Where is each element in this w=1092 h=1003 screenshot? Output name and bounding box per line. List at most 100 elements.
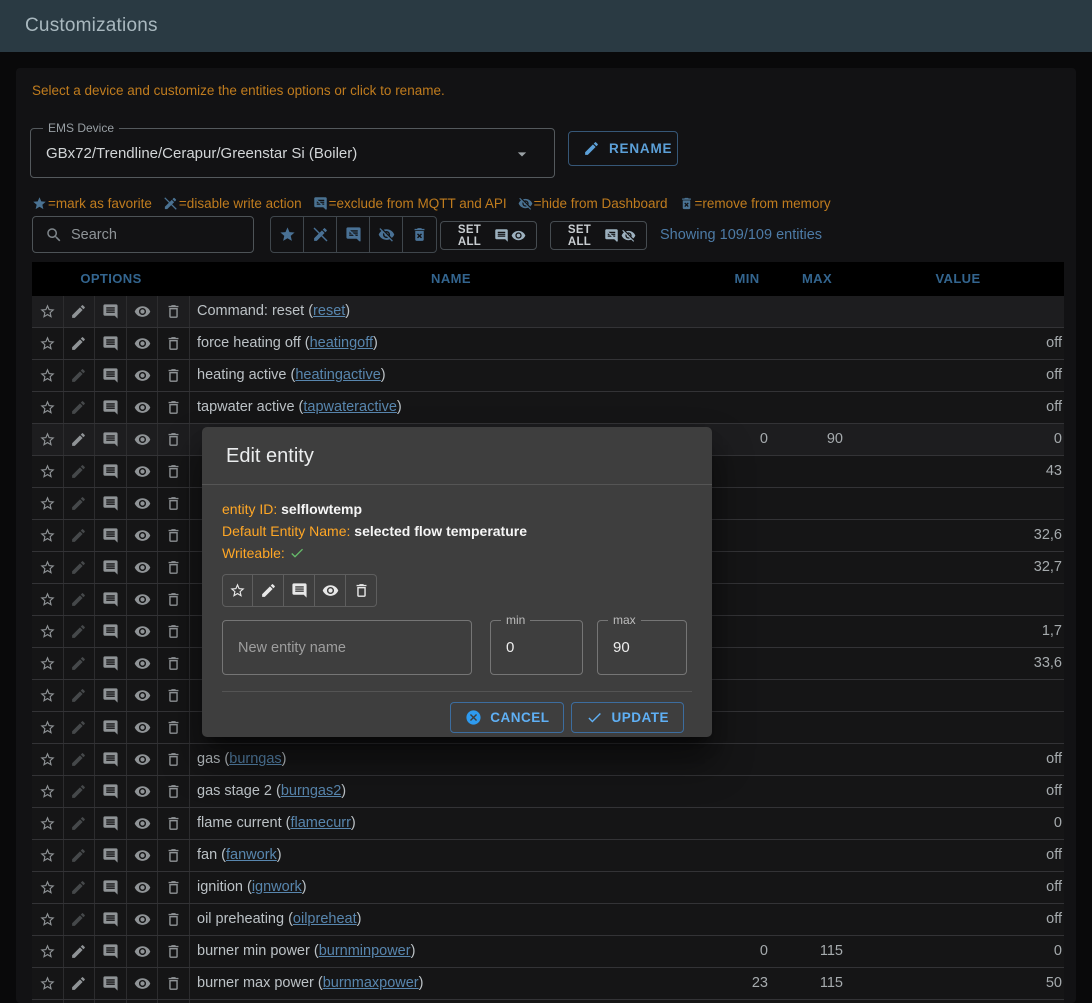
visibility-toggle[interactable] [127,776,159,807]
favorite-toggle[interactable] [32,520,64,551]
mqtt-exclude-toggle[interactable] [95,776,127,807]
delete-toggle[interactable] [158,360,190,391]
max-input[interactable] [598,621,686,674]
entity-link[interactable]: fanwork [226,847,277,863]
visibility-toggle[interactable] [127,520,159,551]
delete-toggle[interactable] [158,488,190,519]
visibility-toggle[interactable] [127,552,159,583]
visibility-toggle[interactable] [127,360,159,391]
mqtt-exclude-toggle[interactable] [95,360,127,391]
mqtt-exclude-toggle[interactable] [95,296,127,327]
delete-toggle[interactable] [158,328,190,359]
favorite-toggle[interactable] [32,328,64,359]
favorite-toggle[interactable] [32,744,64,775]
favorite-toggle[interactable] [32,456,64,487]
delete-toggle[interactable] [158,904,190,935]
visibility-toggle[interactable] [127,968,159,999]
comment-off-filter-button[interactable] [337,217,370,252]
mqtt-exclude-toggle[interactable] [95,936,127,967]
rename-button[interactable]: RENAME [568,131,678,166]
favorite-toggle[interactable] [32,488,64,519]
mqtt-exclude-toggle[interactable] [95,520,127,551]
favorite-toggle[interactable] [32,840,64,871]
device-select[interactable]: EMS Device GBx72/Trendline/Cerapur/Green… [30,128,555,178]
delete-toggle[interactable] [158,872,190,903]
delete-toggle[interactable] [158,936,190,967]
visibility-toggle[interactable] [127,424,159,455]
max-field[interactable]: max [597,620,687,675]
search-input[interactable] [71,227,231,243]
delete-toggle[interactable] [158,840,190,871]
delete-toggle[interactable] [158,680,190,711]
favorite-toggle[interactable] [32,584,64,615]
edit-entity-button[interactable] [64,968,96,999]
mqtt-exclude-toggle[interactable] [95,904,127,935]
favorite-toggle[interactable] [32,360,64,391]
delete-toggle[interactable] [158,968,190,999]
delete-toggle[interactable] [346,574,377,607]
new-entity-name-input[interactable] [223,621,471,674]
visibility-toggle[interactable] [315,574,346,607]
entity-link[interactable]: ignwork [252,879,302,895]
delete-toggle[interactable] [158,712,190,743]
visibility-toggle[interactable] [127,680,159,711]
visibility-toggle[interactable] [127,904,159,935]
entity-link[interactable]: burngas2 [281,783,341,799]
favorite-toggle[interactable] [32,808,64,839]
visibility-toggle[interactable] [127,808,159,839]
entity-link[interactable]: flamecurr [290,815,350,831]
delete-toggle[interactable] [158,616,190,647]
favorite-toggle[interactable] [32,904,64,935]
mqtt-exclude-toggle[interactable] [95,456,127,487]
new-entity-name-field[interactable] [222,620,472,675]
visibility-toggle[interactable] [127,488,159,519]
visibility-toggle[interactable] [127,936,159,967]
visibility-toggle[interactable] [127,456,159,487]
visibility-toggle[interactable] [127,616,159,647]
entity-link[interactable]: oilpreheat [293,911,357,927]
mqtt-exclude-toggle[interactable] [95,424,127,455]
entity-link[interactable]: tapwateractive [303,399,397,415]
favorite-toggle[interactable] [32,648,64,679]
delete-toggle[interactable] [158,296,190,327]
favorite-toggle[interactable] [32,552,64,583]
cancel-button[interactable]: CANCEL [450,702,564,733]
write-toggle[interactable] [253,574,284,607]
delete-toggle[interactable] [158,808,190,839]
mqtt-exclude-toggle[interactable] [95,616,127,647]
entity-link[interactable]: burnminpower [319,943,411,959]
mqtt-exclude-toggle[interactable] [95,712,127,743]
visibility-toggle[interactable] [127,648,159,679]
delete-toggle[interactable] [158,552,190,583]
visibility-toggle[interactable] [127,712,159,743]
delete-toggle[interactable] [158,520,190,551]
mqtt-exclude-toggle[interactable] [95,488,127,519]
mqtt-exclude-toggle[interactable] [95,968,127,999]
mqtt-exclude-toggle[interactable] [284,574,315,607]
visibility-toggle[interactable] [127,392,159,423]
favorite-toggle[interactable] [32,936,64,967]
favorite-toggle[interactable] [32,392,64,423]
delete-toggle[interactable] [158,392,190,423]
entity-link[interactable]: reset [313,303,345,319]
visibility-toggle[interactable] [127,328,159,359]
edit-off-filter-button[interactable] [304,217,337,252]
favorite-toggle[interactable] [32,712,64,743]
visibility-toggle[interactable] [127,584,159,615]
visibility-toggle[interactable] [127,872,159,903]
min-input[interactable] [491,621,582,674]
mqtt-exclude-toggle[interactable] [95,840,127,871]
edit-entity-button[interactable] [64,328,96,359]
edit-entity-button[interactable] [64,296,96,327]
search-field[interactable] [32,216,254,253]
delete-toggle[interactable] [158,776,190,807]
favorite-toggle[interactable] [32,968,64,999]
favorite-toggle[interactable] [32,424,64,455]
visibility-off-filter-button[interactable] [370,217,403,252]
delete-toggle[interactable] [158,424,190,455]
entity-link[interactable]: heatingoff [310,335,373,351]
mqtt-exclude-toggle[interactable] [95,328,127,359]
favorite-toggle[interactable] [32,680,64,711]
entity-link[interactable]: burngas [229,751,281,767]
mqtt-exclude-toggle[interactable] [95,392,127,423]
